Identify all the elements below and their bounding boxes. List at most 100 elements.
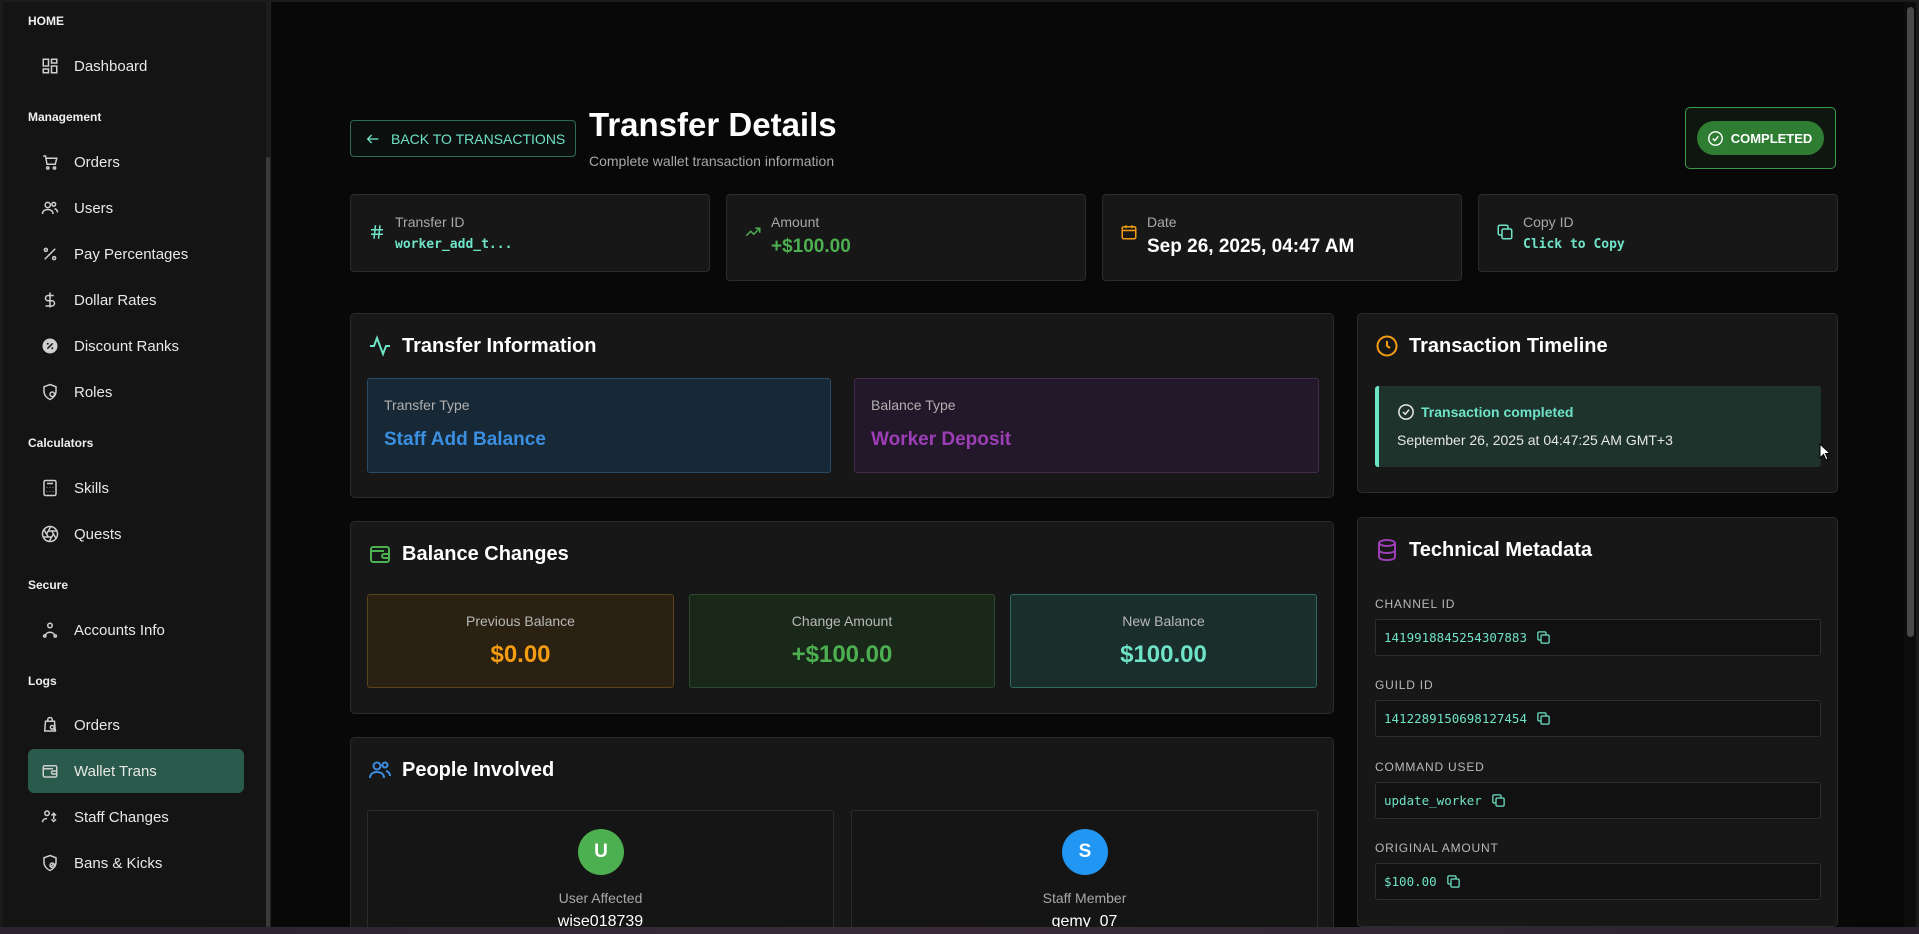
channel-id-field: 1419918845254307883: [1375, 619, 1821, 656]
dollar-icon: [41, 291, 59, 309]
technical-metadata-panel: Technical Metadata CHANNEL ID 1419918845…: [1357, 517, 1838, 927]
sidebar-item-label: Wallet Trans: [74, 762, 157, 780]
page-scrollbar-thumb[interactable]: [1907, 7, 1914, 637]
sidebar-item-roles[interactable]: Roles: [28, 370, 244, 414]
channel-id-label: CHANNEL ID: [1375, 597, 1456, 611]
panel-title: Balance Changes: [402, 542, 569, 565]
amount-card: Amount +$100.00: [726, 194, 1086, 281]
taskbar-strip: [0, 927, 1919, 934]
cart-icon: [41, 153, 59, 171]
change-amount-value: +$100.00: [791, 641, 893, 668]
original-amount-label: ORIGINAL AMOUNT: [1375, 841, 1499, 855]
avatar: U: [578, 829, 624, 875]
balance-type-label: Balance Type: [871, 397, 956, 413]
clock-icon: [1376, 335, 1398, 357]
sidebar-item-label: Orders: [74, 716, 120, 734]
previous-balance-box: Previous Balance $0.00: [367, 594, 674, 688]
person-name: wise018739: [557, 913, 644, 927]
panel-title: Technical Metadata: [1409, 538, 1593, 561]
copy-id-value: Click to Copy: [1523, 237, 1625, 252]
page-scrollbar[interactable]: [1904, 2, 1916, 927]
users-icon: [41, 199, 59, 217]
users-icon: [369, 761, 391, 779]
sidebar-item-label: Staff Changes: [74, 808, 169, 826]
trending-up-icon: [745, 227, 761, 237]
sidebar-scrollbar-thumb[interactable]: [266, 157, 270, 927]
copy-icon[interactable]: [1536, 630, 1551, 645]
timeline-event-date: September 26, 2025 at 04:47:25 AM GMT+3: [1397, 432, 1673, 448]
back-to-transactions-button[interactable]: BACK TO TRANSACTIONS: [350, 120, 576, 157]
sidebar-item-label: Accounts Info: [74, 621, 165, 639]
sidebar-scrollbar[interactable]: [266, 2, 270, 927]
database-icon: [1378, 539, 1396, 562]
copy-icon[interactable]: [1536, 711, 1551, 726]
person-name: gemy_07: [1051, 913, 1118, 927]
sidebar-section-secure: Secure: [28, 578, 69, 592]
sidebar-item-log-orders[interactable]: Orders: [28, 703, 244, 747]
shield-icon: [41, 383, 59, 401]
sidebar-item-bans-kicks[interactable]: Bans & Kicks: [28, 841, 244, 885]
person-role: Staff Member: [1042, 890, 1127, 906]
sidebar-item-label: Orders: [74, 153, 120, 171]
sidebar-item-pay-percentages[interactable]: Pay Percentages: [28, 232, 244, 276]
check-circle-icon: [1707, 130, 1723, 146]
arrow-left-icon: [366, 134, 379, 143]
copy-id-card[interactable]: Copy ID Click to Copy: [1478, 194, 1838, 272]
sidebar-item-label: Pay Percentages: [74, 245, 189, 263]
sidebar-item-discount-ranks[interactable]: Discount Ranks: [28, 324, 244, 368]
change-amount-box: Change Amount +$100.00: [689, 594, 995, 688]
date-label: Date: [1147, 214, 1177, 230]
sidebar-item-skills[interactable]: Skills: [28, 466, 244, 510]
status-badge-label: COMPLETED: [1730, 130, 1813, 146]
transfer-id-label: Transfer ID: [395, 214, 465, 230]
back-button-label: BACK TO TRANSACTIONS: [391, 130, 566, 147]
copy-icon[interactable]: [1491, 793, 1506, 808]
dashboard-icon: [41, 57, 59, 75]
sidebar-item-label: Users: [74, 199, 114, 217]
copy-id-label: Copy ID: [1523, 214, 1574, 230]
sidebar-item-accounts-info[interactable]: Accounts Info: [28, 608, 244, 652]
copy-icon[interactable]: [1446, 874, 1461, 889]
sidebar-item-dashboard[interactable]: Dashboard: [28, 44, 244, 88]
original-amount-value: $100.00: [1384, 874, 1437, 889]
app-window: HOME Dashboard Management Orders Users P…: [3, 2, 1916, 927]
balance-changes-panel: Balance Changes Previous Balance $0.00 C…: [350, 521, 1334, 714]
calculator-icon: [41, 479, 59, 497]
people-involved-panel: People Involved U User Affected wise0187…: [350, 737, 1334, 927]
sidebar-section-home: HOME: [28, 14, 64, 28]
transaction-timeline-panel: Transaction Timeline Transaction complet…: [1357, 313, 1838, 493]
sidebar-item-orders[interactable]: Orders: [28, 140, 244, 184]
original-amount-field: $100.00: [1375, 863, 1821, 900]
main-content: BACK TO TRANSACTIONS Transfer Details Co…: [271, 2, 1916, 927]
aperture-icon: [41, 525, 59, 543]
badge-percent-icon: [41, 337, 59, 355]
sidebar: HOME Dashboard Management Orders Users P…: [3, 2, 271, 927]
sidebar-item-label: Dollar Rates: [74, 291, 157, 309]
wallet-icon: [41, 762, 59, 780]
sidebar-item-dollar-rates[interactable]: Dollar Rates: [28, 278, 244, 322]
status-badge-container: COMPLETED: [1685, 107, 1836, 169]
guild-id-value: 1412289150698127454: [1384, 711, 1527, 726]
timeline-event-title: Transaction completed: [1421, 404, 1574, 420]
transfer-type-box: Transfer Type Staff Add Balance: [367, 378, 831, 473]
channel-id-value: 1419918845254307883: [1384, 630, 1527, 645]
transfer-id-card: Transfer ID worker_add_t...: [350, 194, 710, 272]
sidebar-item-staff-changes[interactable]: Staff Changes: [28, 795, 244, 839]
staff-member-card[interactable]: S Staff Member gemy_07: [851, 810, 1318, 927]
panel-title: Transfer Information: [402, 334, 597, 357]
sidebar-item-label: Discount Ranks: [74, 337, 180, 355]
change-amount-label: Change Amount: [791, 613, 893, 629]
transfer-information-panel: Transfer Information Transfer Type Staff…: [350, 313, 1334, 498]
balance-type-box: Balance Type Worker Deposit: [854, 378, 1319, 473]
user-affected-card[interactable]: U User Affected wise018739: [367, 810, 834, 927]
status-badge: COMPLETED: [1696, 121, 1825, 155]
sidebar-item-quests[interactable]: Quests: [28, 512, 244, 556]
previous-balance-value: $0.00: [490, 641, 551, 668]
sidebar-item-wallet-trans[interactable]: Wallet Trans: [28, 749, 244, 793]
command-used-field: update_worker: [1375, 782, 1821, 819]
sidebar-item-label: Dashboard: [74, 57, 148, 75]
timeline-event: Transaction completed September 26, 2025…: [1375, 386, 1821, 467]
percent-icon: [41, 245, 59, 263]
panel-title: Transaction Timeline: [1409, 334, 1608, 357]
sidebar-item-users[interactable]: Users: [28, 186, 244, 230]
